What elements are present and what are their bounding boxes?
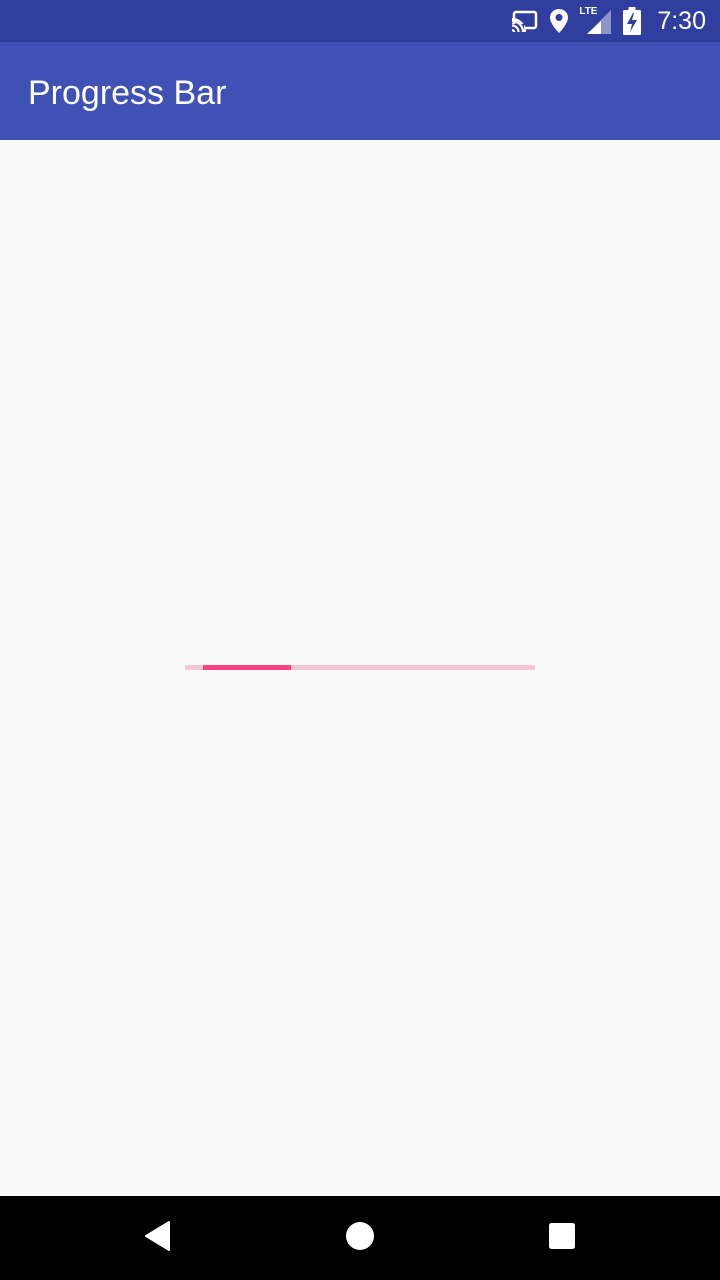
app-bar: Progress Bar	[0, 42, 720, 140]
home-button[interactable]	[340, 1218, 380, 1258]
home-icon	[345, 1221, 375, 1256]
page-title: Progress Bar	[28, 74, 227, 112]
status-bar: LTE 7:30	[0, 0, 720, 42]
recents-button[interactable]	[542, 1218, 582, 1258]
back-icon	[143, 1220, 173, 1257]
status-clock: 7:30	[657, 6, 706, 35]
status-icons: LTE 7:30	[511, 0, 706, 42]
location-icon	[549, 8, 569, 34]
progress-indicator	[203, 665, 291, 670]
progress-bar	[185, 665, 535, 670]
main-content	[0, 140, 720, 1196]
navigation-bar	[0, 1196, 720, 1280]
recents-icon	[548, 1222, 576, 1255]
battery-charging-icon	[623, 7, 642, 35]
back-button[interactable]	[138, 1218, 178, 1258]
signal-icon: LTE	[579, 6, 613, 36]
cast-icon	[511, 10, 539, 32]
